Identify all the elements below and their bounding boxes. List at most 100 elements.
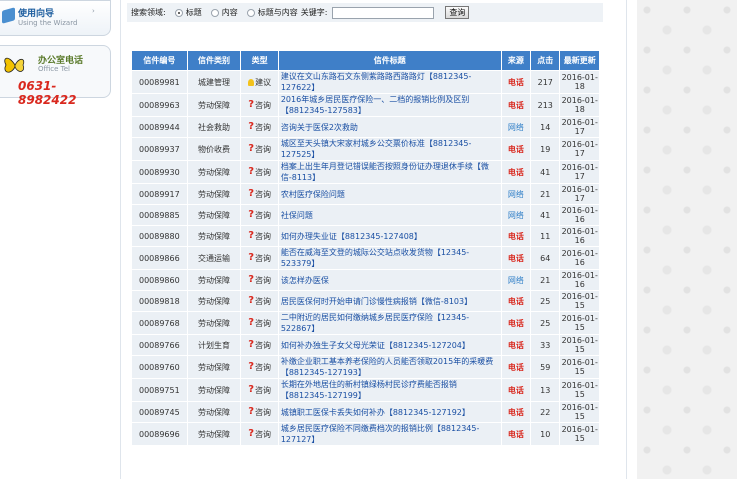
left-sidebar: 使用向导 Using the Wizard › 办公室电话 Office Tel… (0, 0, 112, 479)
cell-date: 2016-01-15 (560, 335, 599, 355)
question-mark-icon: ? (248, 188, 255, 199)
cell-category: 劳动保障 (187, 94, 241, 116)
cell-id: 00089917 (132, 184, 187, 204)
letter-title-link[interactable]: 城乡居民医疗保险不同缴费档次的报销比例【8812345-127127】 (278, 423, 501, 445)
cell-clicks: 21 (531, 184, 560, 204)
letter-title-link[interactable]: 咨询关于医保2次救助 (278, 117, 501, 137)
letter-title-link[interactable]: 长期在外地居住的新村镇绿杨村民诊疗费能否报销【8812345-127199】 (278, 379, 501, 401)
letter-title-link[interactable]: 二中附近的居民如何缴纳城乡居民医疗保险【12345-522867】 (278, 312, 501, 334)
letter-title-link[interactable]: 2016年城乡居民医疗保险一、二档的报销比例及区别【8812345-127583… (278, 94, 501, 116)
question-mark-icon: ? (248, 317, 255, 328)
table-row: 00089766 计划生育? 咨询 如何补办独生子女父母光荣证【8812345-127… (132, 335, 599, 355)
cell-clicks: 59 (531, 356, 560, 378)
cell-category: 劳动保障 (187, 379, 241, 401)
type-label: 咨询 (255, 385, 272, 395)
cell-category: 计划生育 (187, 335, 241, 355)
cell-clicks: 13 (531, 379, 560, 401)
letter-title-link[interactable]: 补缴企业职工基本养老保险的人员能否领取2015年的采暖费【8812345-127… (278, 356, 501, 378)
query-button[interactable]: 查询 (445, 6, 470, 19)
cell-category: 劳动保障 (187, 161, 241, 183)
cell-category: 劳动保障 (187, 184, 241, 204)
cell-type: ? 咨询 (241, 402, 278, 422)
office-tel-panel: 办公室电话 Office Tel 0631-8982422 (0, 45, 111, 107)
letter-title-link[interactable]: 档案上出生年月登记错误能否按照身份证办理退休手续【微信-8113】 (278, 161, 501, 183)
butterfly-icon (4, 57, 25, 73)
letter-title-link[interactable]: 建议在文山东路石文东侧紫路路西路路灯【8812345-127622】 (278, 71, 501, 93)
cell-type: ? 咨询 (241, 161, 278, 183)
cell-type: ? 咨询 (241, 184, 278, 204)
table-row: 00089917 劳动保障? 咨询 农村医疗保险问题 网络 21 2016-01-17 (132, 184, 599, 204)
cell-id: 00089963 (132, 94, 187, 116)
cell-id: 00089937 (132, 138, 187, 160)
letter-title-link[interactable]: 如何补办独生子女父母光荣证【8812345-127204】 (278, 335, 501, 355)
cell-source: 电话 (501, 71, 531, 93)
table-row: 00089760 劳动保障? 咨询 补缴企业职工基本养老保险的人员能否领取2015年的… (132, 356, 599, 378)
radio-content[interactable] (210, 8, 219, 17)
cell-source: 网络 (501, 205, 531, 225)
letter-title-link[interactable]: 农村医疗保险问题 (278, 184, 501, 204)
cell-date: 2016-01-18 (560, 94, 599, 116)
cell-id: 00089866 (132, 247, 187, 269)
cell-id: 00089981 (132, 71, 187, 93)
cell-clicks: 22 (531, 402, 560, 422)
type-label: 咨询 (255, 407, 272, 417)
letter-title-link[interactable]: 社保问题 (278, 205, 501, 225)
cell-id: 00089768 (132, 312, 187, 334)
cell-date: 2016-01-15 (560, 379, 599, 401)
keyword-input[interactable] (332, 6, 435, 19)
letter-title-link[interactable]: 能否在威海至文登的城际公交站点收发货物【12345-523379】 (278, 247, 501, 269)
cell-date: 2016-01-17 (560, 138, 599, 160)
office-tel-subtitle: Office Tel (38, 65, 70, 73)
cell-date: 2016-01-18 (560, 71, 599, 93)
cell-source: 电话 (501, 423, 531, 445)
search-scope-label: 搜索领域: (131, 8, 166, 17)
type-label: 咨询 (255, 296, 272, 306)
cell-category: 劳动保障 (187, 291, 241, 311)
table-row: 00089981 城建管理 建议 建议在文山东路石文东侧紫路路西路路灯【8812345… (132, 71, 599, 93)
using-wizard-link[interactable]: 使用向导 Using the Wizard › (0, 0, 111, 36)
letter-title-link[interactable]: 居民医保何时开始申请门诊慢性病报销【微信-8103】 (278, 291, 501, 311)
cell-date: 2016-01-15 (560, 402, 599, 422)
cell-category: 交通运输 (187, 247, 241, 269)
cell-type: 建议 (241, 71, 278, 93)
keyword-label: 关键字: (300, 8, 328, 17)
header-type: 类型 (241, 51, 278, 70)
question-mark-icon: ? (248, 99, 255, 110)
cell-category: 劳动保障 (187, 226, 241, 246)
letter-title-link[interactable]: 该怎样办医保 (278, 270, 501, 290)
question-mark-icon: ? (248, 295, 255, 306)
cell-type: ? 咨询 (241, 423, 278, 445)
question-mark-icon: ? (248, 406, 255, 417)
radio-title[interactable] (174, 8, 183, 17)
type-label: 咨询 (255, 318, 272, 328)
cell-source: 电话 (501, 402, 531, 422)
letter-title-link[interactable]: 如何办理失业证【8812345-127408】 (278, 226, 501, 246)
cell-clicks: 25 (531, 312, 560, 334)
radio-title-and-content[interactable] (246, 8, 255, 17)
question-mark-icon: ? (248, 143, 255, 154)
type-label: 咨询 (255, 362, 272, 372)
office-tel-number: 0631-8982422 (18, 79, 77, 107)
letter-title-link[interactable]: 城镇职工医保卡丢失如何补办【8812345-127192】 (278, 402, 501, 422)
type-label: 咨询 (255, 100, 272, 110)
cell-id: 00089751 (132, 379, 187, 401)
question-mark-icon: ? (248, 274, 255, 285)
cell-id: 00089696 (132, 423, 187, 445)
cell-source: 网络 (501, 117, 531, 137)
type-label: 咨询 (255, 122, 272, 132)
cell-clicks: 19 (531, 138, 560, 160)
type-label: 咨询 (255, 144, 272, 154)
cell-source: 电话 (501, 247, 531, 269)
type-label: 咨询 (255, 340, 272, 350)
cell-category: 城建管理 (187, 71, 241, 93)
letter-title-link[interactable]: 城区至天头镇大宋家村城乡公交票价标准【8812345-127525】 (278, 138, 501, 160)
cell-type: ? 咨询 (241, 379, 278, 401)
table-row: 00089963 劳动保障? 咨询 2016年城乡居民医疗保险一、二档的报销比例及区别… (132, 94, 599, 116)
cell-clicks: 11 (531, 226, 560, 246)
cell-id: 00089766 (132, 335, 187, 355)
cell-clicks: 64 (531, 247, 560, 269)
cell-source: 电话 (501, 161, 531, 183)
table-row: 00089930 劳动保障? 咨询 档案上出生年月登记错误能否按照身份证办理退休手续【… (132, 161, 599, 183)
cell-source: 电话 (501, 138, 531, 160)
question-mark-icon: ? (248, 121, 255, 132)
